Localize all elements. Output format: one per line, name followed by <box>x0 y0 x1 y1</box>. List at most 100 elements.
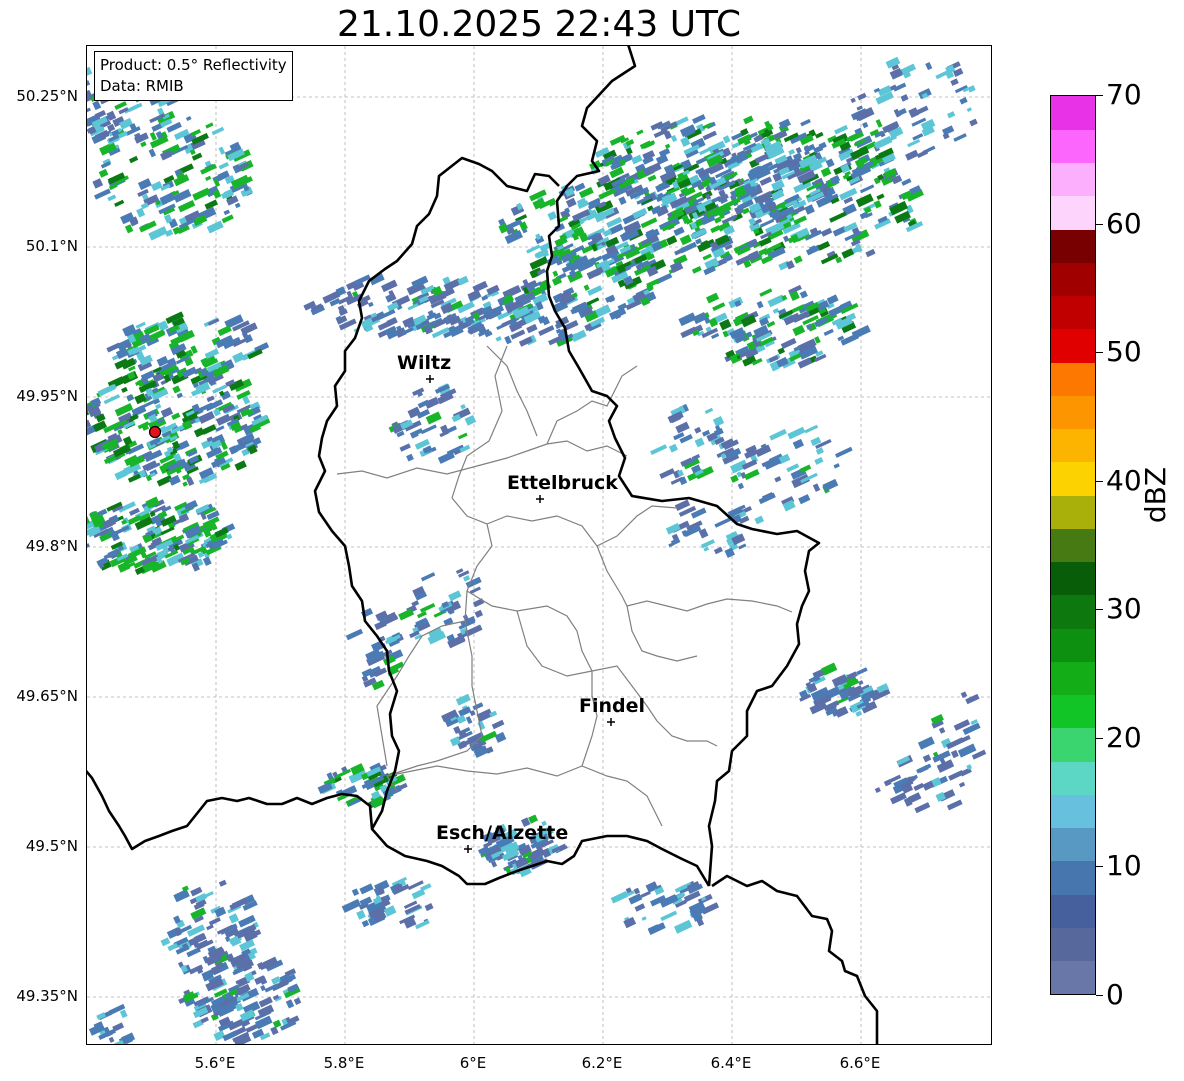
radar-site-marker <box>148 425 162 439</box>
echo-cell <box>504 335 512 345</box>
echo-cell <box>788 148 796 156</box>
colorbar-segment <box>1051 894 1095 928</box>
canton-borders <box>336 345 793 827</box>
echo-cell <box>172 385 181 394</box>
echo-cell <box>702 130 717 141</box>
echo-cell <box>660 910 678 922</box>
echo-cell <box>946 111 956 119</box>
echo-cell <box>946 799 963 811</box>
echo-cell <box>406 453 414 462</box>
colorbar-segment <box>1051 594 1095 629</box>
echo-cell <box>795 146 802 154</box>
lat-tick-label: 49.5°N <box>25 837 78 855</box>
echo-cell <box>457 432 468 440</box>
echo-cell <box>424 903 434 912</box>
echo-cell <box>875 119 883 128</box>
echo-cell <box>285 999 295 1009</box>
echo-cell <box>205 175 212 181</box>
echo-cell <box>160 937 171 947</box>
echo-cell <box>526 323 538 334</box>
echo-cell <box>206 924 214 931</box>
echo-cell <box>743 115 754 125</box>
place-markers <box>426 375 615 853</box>
map-title: 21.10.2025 22:43 UTC <box>336 4 742 45</box>
colorbar-segment <box>1051 827 1095 862</box>
colorbar-segment <box>1051 628 1095 662</box>
colorbar-segment <box>1051 561 1095 596</box>
echo-cell <box>665 522 681 535</box>
echo-cell <box>587 285 603 296</box>
place-label-wiltz: Wiltz <box>397 352 451 374</box>
echo-cell <box>756 300 764 309</box>
echo-cell <box>692 114 706 125</box>
echo-cell <box>356 909 366 920</box>
echo-cell <box>760 255 773 265</box>
echo-cell <box>270 1026 279 1036</box>
echo-cell <box>730 474 739 483</box>
place-label-esch-alzette: Esch/Alzette <box>436 822 568 844</box>
echo-cell <box>925 62 933 71</box>
echo-cell <box>160 406 174 418</box>
echo-cell <box>414 919 430 930</box>
echo-cell <box>659 468 675 479</box>
echo-cell <box>823 328 834 336</box>
echo-cell <box>202 556 212 566</box>
echo-cell <box>218 162 229 170</box>
echo-cell <box>754 515 765 525</box>
colorbar-segment <box>1051 860 1095 895</box>
echo-cell <box>155 403 162 410</box>
colorbar-tick <box>1096 609 1103 611</box>
echo-cell <box>835 446 853 458</box>
echo-cell <box>103 394 121 405</box>
echo-cell <box>351 888 360 897</box>
echo-cell <box>705 292 720 304</box>
echo-cell <box>792 324 806 337</box>
echo-cell <box>938 727 946 734</box>
colorbar-segment <box>1051 162 1095 197</box>
echo-cell <box>758 247 769 256</box>
echo-cell <box>272 1019 282 1029</box>
echo-cell <box>618 196 627 205</box>
echo-cell <box>893 82 907 92</box>
data-source-label: Data: RMIB <box>100 77 184 95</box>
echo-cell <box>780 337 797 350</box>
echo-cell <box>211 126 225 136</box>
echo-cell <box>137 178 152 191</box>
echo-cell <box>815 131 824 139</box>
echo-cell <box>803 143 816 153</box>
echo-cell <box>642 162 662 177</box>
colorbar-segment <box>1051 927 1095 962</box>
echo-cell <box>850 97 856 104</box>
echo-cell <box>874 787 881 793</box>
echo-cell <box>694 426 702 434</box>
echo-cell <box>917 736 935 750</box>
lon-tick-label: 5.6°E <box>194 1054 236 1072</box>
lat-tick-label: 50.1°N <box>25 237 78 255</box>
colorbar-segment <box>1051 96 1095 130</box>
echo-cell <box>953 133 967 142</box>
echo-cell <box>942 132 950 140</box>
echo-cell <box>737 482 745 490</box>
echo-cell <box>383 905 397 917</box>
colorbar-segment <box>1051 761 1095 795</box>
echo-cell <box>420 603 436 613</box>
colorbar-segment <box>1051 229 1095 263</box>
colorbar-tick-label: 70 <box>1106 78 1142 111</box>
echo-cell <box>900 94 909 102</box>
radar-map[interactable]: Wiltz Ettelbruck Findel Esch/Alzette <box>86 45 992 1045</box>
colorbar-segment <box>1051 362 1095 396</box>
echo-cell <box>448 590 462 602</box>
echo-cell <box>173 889 190 903</box>
echo-cell <box>966 107 972 113</box>
echo-cell <box>792 438 804 450</box>
echo-cell <box>341 898 361 913</box>
echo-cell <box>411 600 420 607</box>
echo-cell <box>87 66 93 81</box>
echo-cell <box>820 227 833 237</box>
echo-cell <box>398 608 415 621</box>
echo-cell <box>495 336 502 342</box>
echo-cell <box>87 107 91 116</box>
echo-cell <box>666 235 678 246</box>
echo-cell <box>160 526 175 536</box>
lat-tick-label: 49.65°N <box>16 687 78 705</box>
